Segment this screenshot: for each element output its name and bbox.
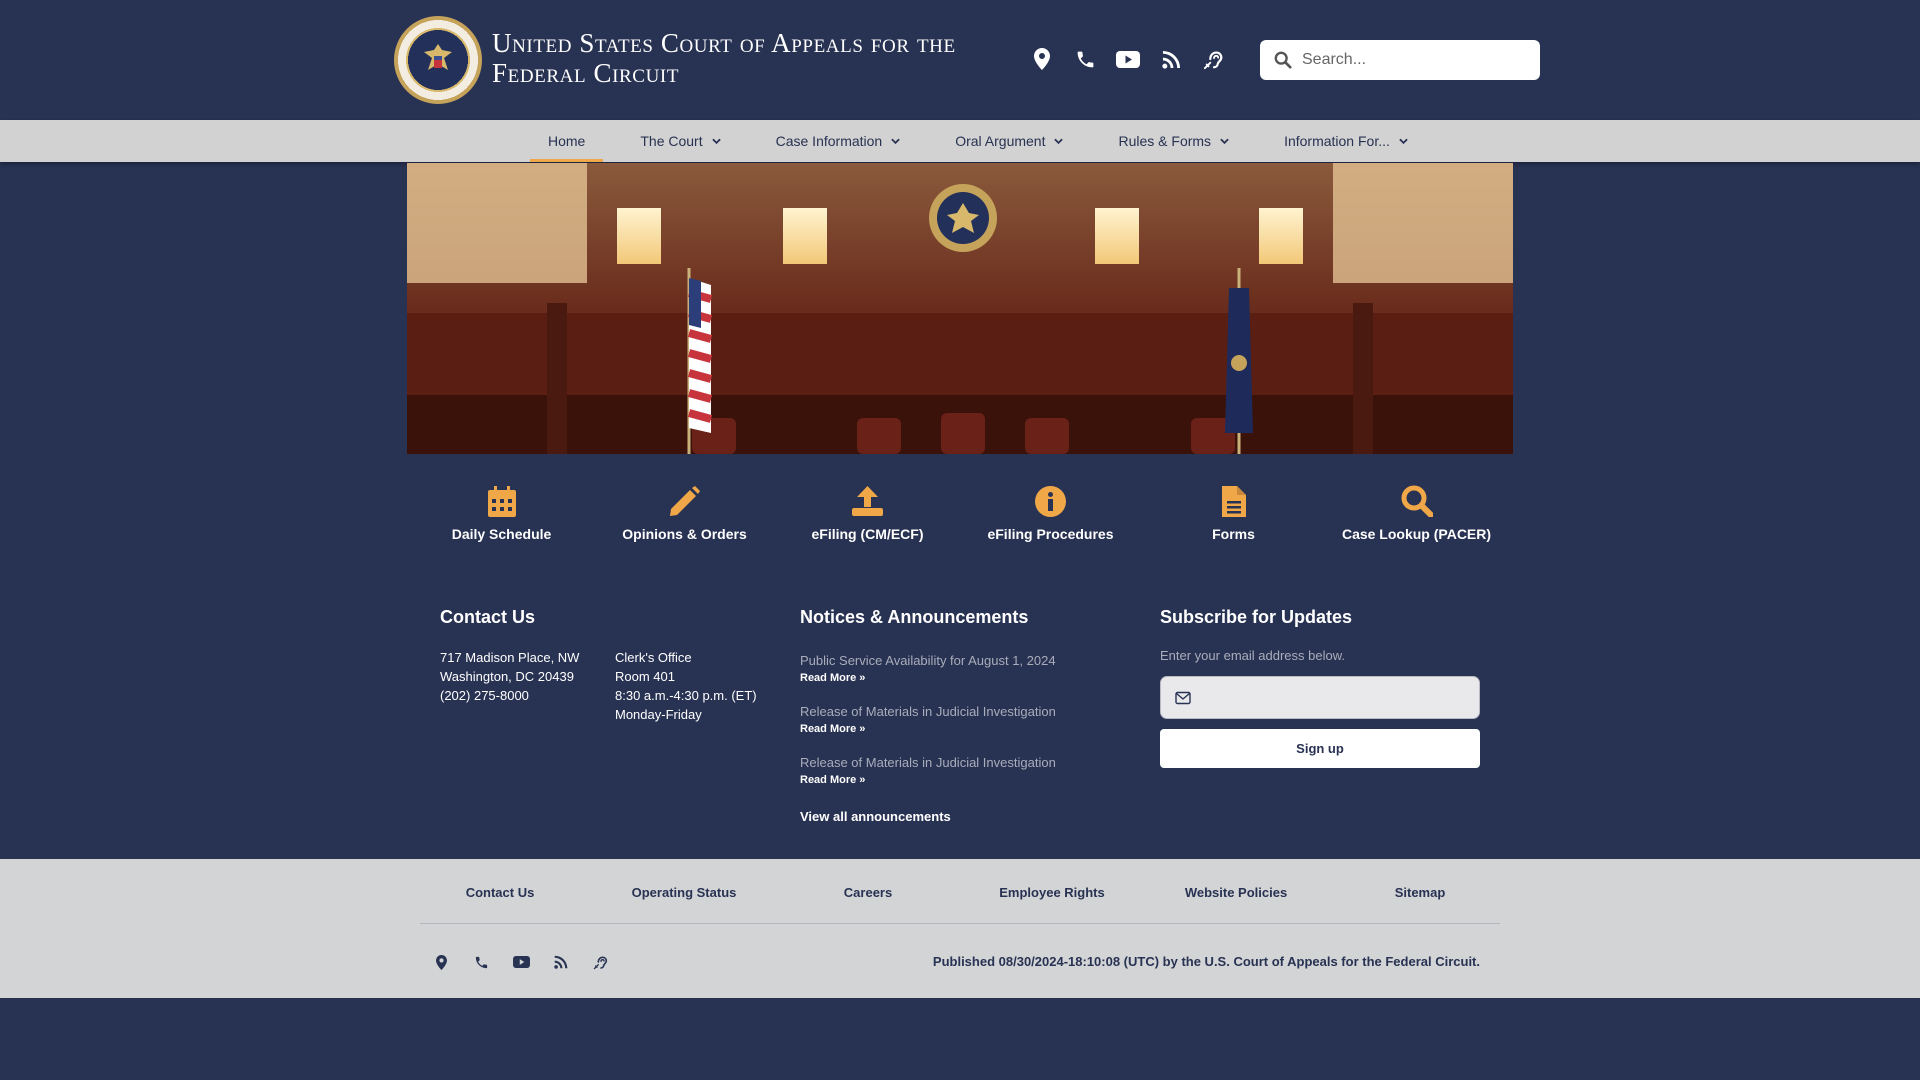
info-icon <box>1035 485 1066 517</box>
chevron-down-icon <box>1399 138 1408 144</box>
notice-title-link[interactable]: Release of Materials in Judicial Investi… <box>800 703 1056 721</box>
hearing-assist-icon[interactable] <box>592 953 610 971</box>
header-icon-bar <box>1030 44 1226 74</box>
notice-item: Public Service Availability for August 1… <box>800 652 1056 686</box>
contact-phone[interactable]: (202) 275-8000 <box>440 686 579 705</box>
footer-link-employee-rights[interactable]: Employee Rights <box>972 885 1132 900</box>
chevron-down-icon <box>711 138 721 144</box>
footer-link-sitemap[interactable]: Sitemap <box>1340 885 1500 900</box>
quick-links: Daily Schedule Opinions & Orders eFiling… <box>410 484 1510 554</box>
upload-icon <box>852 486 883 516</box>
hearing-assist-icon[interactable] <box>1202 47 1226 71</box>
nav-item-home[interactable]: Home <box>530 120 604 162</box>
youtube-icon[interactable] <box>512 953 530 971</box>
map-pin-icon[interactable] <box>1030 47 1054 71</box>
footer-link-operating-status[interactable]: Operating Status <box>604 885 764 900</box>
email-field[interactable] <box>1160 676 1480 719</box>
search-icon[interactable] <box>1274 51 1292 69</box>
quick-link-label: eFiling Procedures <box>987 526 1114 542</box>
nav-label: Oral Argument <box>955 133 1046 149</box>
footer-link-careers[interactable]: Careers <box>788 885 948 900</box>
notices-title: Notices & Announcements <box>800 607 1029 627</box>
footer-links: Contact Us Operating Status Careers Empl… <box>420 885 1500 900</box>
contact-title: Contact Us <box>440 607 536 627</box>
search-input[interactable] <box>1302 51 1522 69</box>
nav-item-the-court[interactable]: The Court <box>622 120 738 162</box>
published-timestamp: Published 08/30/2024-18:10:08 (UTC) by t… <box>932 954 1480 969</box>
footer-link-website-policies[interactable]: Website Policies <box>1156 885 1316 900</box>
sign-up-button[interactable]: Sign up <box>1160 729 1480 768</box>
quick-link-label: Forms <box>1212 526 1255 542</box>
contact-office: Clerk's Office Room 401 8:30 a.m.-4:30 p… <box>615 648 757 724</box>
office-room: Room 401 <box>615 669 675 684</box>
notice-title-link[interactable]: Public Service Availability for August 1… <box>800 652 1056 670</box>
address-line-2: Washington, DC 20439 <box>440 669 574 684</box>
search-icon <box>1401 485 1433 517</box>
nav-item-case-information[interactable]: Case Information <box>758 120 919 162</box>
quick-link-label: Case Lookup (PACER) <box>1341 526 1492 542</box>
nav-label: Rules & Forms <box>1118 133 1212 149</box>
document-icon <box>1221 485 1246 517</box>
quick-link-label: eFiling (CM/ECF) <box>811 526 924 542</box>
subscribe-note: Enter your email address below. <box>1160 648 1345 663</box>
site-header: United States Court of Appeals for the F… <box>0 0 1920 120</box>
nav-label: The Court <box>640 133 703 149</box>
nav-item-information-for[interactable]: Information For... <box>1266 120 1426 162</box>
eagle-icon <box>424 44 452 70</box>
phone-icon[interactable] <box>1073 47 1097 71</box>
quick-link-daily-schedule[interactable]: Daily Schedule <box>410 484 593 554</box>
chevron-down-icon <box>1054 138 1064 144</box>
contact-address: 717 Madison Place, NW Washington, DC 204… <box>440 648 579 705</box>
rss-icon[interactable] <box>1159 47 1183 71</box>
nav-label: Information For... <box>1284 133 1390 149</box>
site-title[interactable]: United States Court of Appeals for the F… <box>492 28 1012 88</box>
quick-link-forms[interactable]: Forms <box>1142 484 1325 554</box>
address-line-1: 717 Madison Place, NW <box>440 650 580 665</box>
quick-link-case-lookup[interactable]: Case Lookup (PACER) <box>1325 484 1508 554</box>
map-pin-icon[interactable] <box>432 953 450 971</box>
chevron-down-icon <box>891 138 900 144</box>
notice-item: Release of Materials in Judicial Investi… <box>800 703 1056 737</box>
quick-link-label: Opinions & Orders <box>622 526 747 542</box>
footer-link-contact-us[interactable]: Contact Us <box>420 885 580 900</box>
office-hours: 8:30 a.m.-4:30 p.m. (ET) <box>615 688 757 703</box>
calendar-icon <box>487 485 516 517</box>
view-all-announcements-link[interactable]: View all announcements <box>800 809 951 824</box>
envelope-icon <box>1175 691 1191 704</box>
site-footer: Contact Us Operating Status Careers Empl… <box>0 859 1920 998</box>
notice-title-link[interactable]: Release of Materials in Judicial Investi… <box>800 754 1056 772</box>
pencil-icon <box>670 485 700 516</box>
quick-link-efiling[interactable]: eFiling (CM/ECF) <box>776 484 959 554</box>
courtroom-hero-image <box>407 163 1513 454</box>
court-seal-icon[interactable] <box>394 16 482 104</box>
nav-label: Case Information <box>775 133 883 149</box>
quick-link-opinions-orders[interactable]: Opinions & Orders <box>593 484 776 554</box>
office-name: Clerk's Office <box>615 650 692 665</box>
nav-item-rules-forms[interactable]: Rules & Forms <box>1100 120 1247 162</box>
office-days: Monday-Friday <box>615 707 702 722</box>
chevron-down-icon <box>1220 138 1229 144</box>
read-more-link[interactable]: Read More » <box>800 721 1056 737</box>
subscribe-title: Subscribe for Updates <box>1160 607 1353 627</box>
footer-divider <box>420 923 1500 924</box>
read-more-link[interactable]: Read More » <box>800 772 1056 788</box>
youtube-icon[interactable] <box>1116 47 1140 71</box>
read-more-link[interactable]: Read More » <box>800 670 1056 686</box>
nav-item-oral-argument[interactable]: Oral Argument <box>937 120 1081 162</box>
quick-link-label: Daily Schedule <box>451 526 552 542</box>
quick-link-efiling-procedures[interactable]: eFiling Procedures <box>959 484 1142 554</box>
footer-icon-bar <box>432 953 610 971</box>
main-nav: Home The Court Case Information Oral Arg… <box>0 120 1920 162</box>
phone-icon[interactable] <box>472 953 490 971</box>
search-box <box>1260 40 1540 80</box>
nav-label: Home <box>548 133 586 149</box>
rss-icon[interactable] <box>552 953 570 971</box>
notice-item: Release of Materials in Judicial Investi… <box>800 754 1056 788</box>
